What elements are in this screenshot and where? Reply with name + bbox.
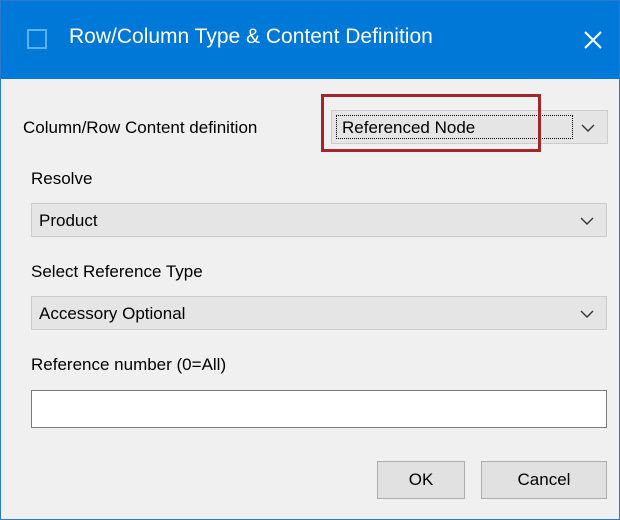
reference-number-label: Reference number (0=All) xyxy=(31,355,227,374)
ok-button[interactable]: OK xyxy=(377,461,465,499)
resolve-dropdown[interactable]: Product xyxy=(31,203,607,237)
dialog-title: Row/Column Type & Content Definition xyxy=(69,25,433,48)
resolve-label: Resolve xyxy=(31,169,93,188)
dialog-window: Row/Column Type & Content Definition Col… xyxy=(0,0,620,520)
chevron-down-icon xyxy=(581,124,595,132)
content-definition-label: Column/Row Content definition xyxy=(23,118,258,137)
window-icon xyxy=(27,29,47,49)
highlight-box xyxy=(321,94,541,152)
chevron-down-icon xyxy=(580,310,594,318)
close-icon xyxy=(584,31,602,49)
resolve-value: Product xyxy=(39,211,98,230)
reference-type-dropdown[interactable]: Accessory Optional xyxy=(31,296,607,330)
close-button[interactable] xyxy=(567,1,619,79)
cancel-button[interactable]: Cancel xyxy=(481,461,607,499)
dialog-content: Column/Row Content definition Referenced… xyxy=(1,79,619,519)
reference-number-input[interactable] xyxy=(31,390,607,428)
title-bar[interactable]: Row/Column Type & Content Definition xyxy=(1,1,619,79)
chevron-down-icon xyxy=(580,217,594,225)
reference-type-label: Select Reference Type xyxy=(31,262,203,281)
reference-type-value: Accessory Optional xyxy=(39,304,186,323)
